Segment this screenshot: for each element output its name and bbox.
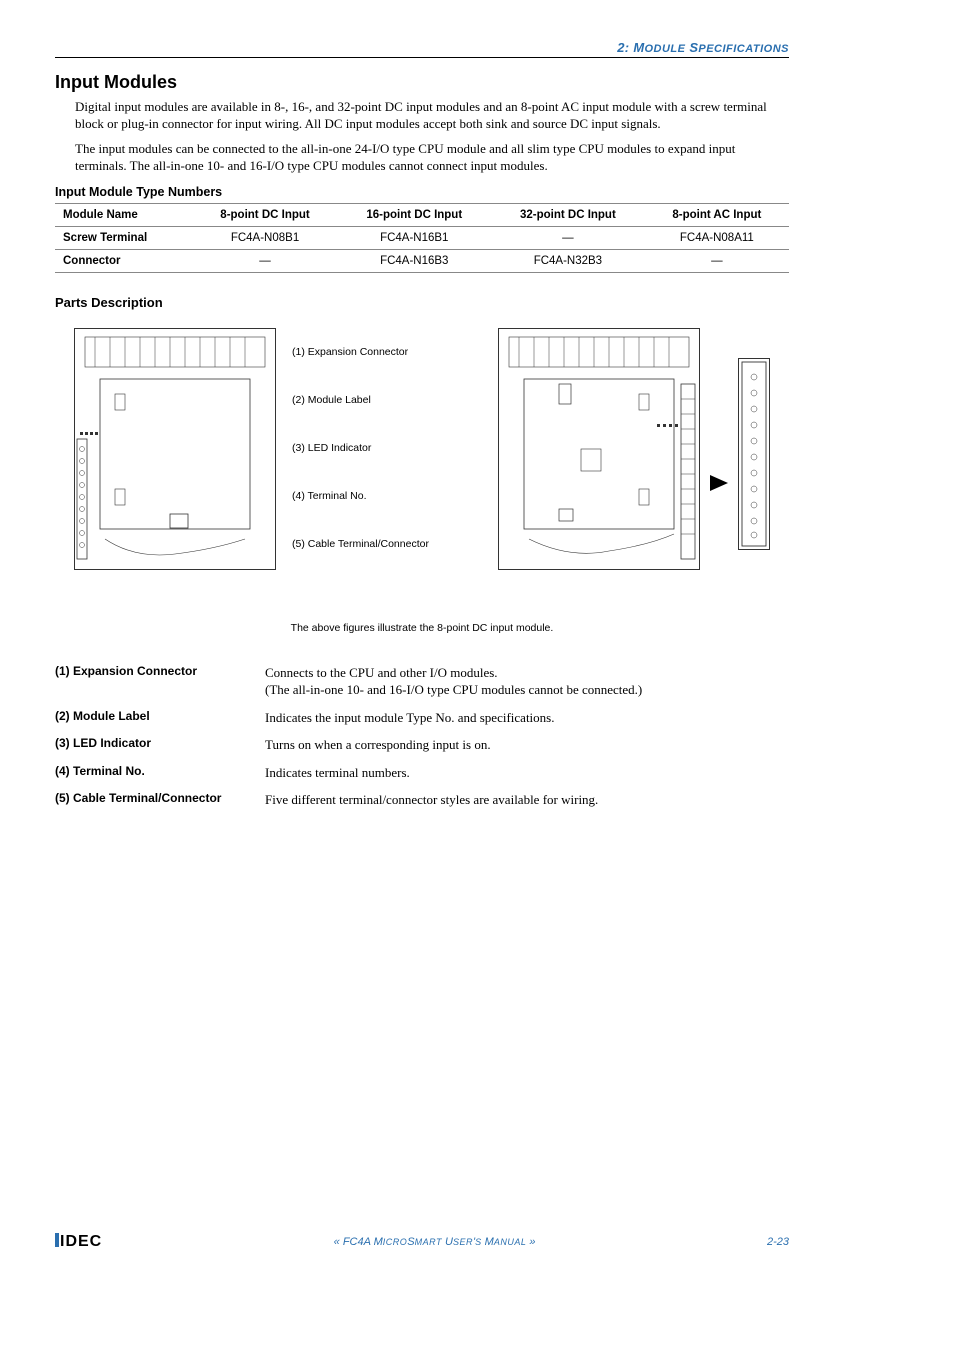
parts-heading: Parts Description — [55, 295, 789, 310]
figure-labels: (1) Expansion Connector (2) Module Label… — [286, 328, 488, 568]
module-illustration-right — [498, 328, 700, 570]
cell: FC4A-N08B1 — [193, 226, 338, 249]
type-numbers-table: Module Name 8-point DC Input 16-point DC… — [55, 203, 789, 273]
col-8dc: 8-point DC Input — [193, 203, 338, 226]
footer-text: « FC4A M — [334, 1236, 383, 1248]
table-header-row: Module Name 8-point DC Input 16-point DC… — [55, 203, 789, 226]
col-8ac: 8-point AC Input — [645, 203, 789, 226]
footer-text: S — [407, 1236, 414, 1248]
desc-text: Five different terminal/connector styles… — [265, 791, 598, 809]
desc-text: Turns on when a corresponding input is o… — [265, 736, 491, 754]
table-row: Screw Terminal FC4A-N08B1 FC4A-N16B1 — F… — [55, 226, 789, 249]
cell: — — [193, 249, 338, 272]
desc-label: (4) Terminal No. — [55, 764, 265, 782]
table-row: Connector — FC4A-N16B3 FC4A-N32B3 — — [55, 249, 789, 272]
logo-text: IDEC — [60, 1233, 102, 1250]
footer-center: « FC4A MICROSMART USER'S MANUAL » — [334, 1236, 536, 1248]
cell: FC4A-N08A11 — [645, 226, 789, 249]
connector-block-illustration — [738, 358, 770, 550]
fig-label-2: (2) Module Label — [292, 394, 482, 406]
footer-text: SER — [453, 1237, 473, 1247]
desc-line: Connects to the CPU and other I/O module… — [265, 665, 498, 680]
desc-row: (4) Terminal No. Indicates terminal numb… — [55, 764, 789, 782]
desc-text: Connects to the CPU and other I/O module… — [265, 664, 642, 699]
cell: — — [491, 226, 645, 249]
footer-text: M — [482, 1236, 494, 1248]
logo-bar-icon — [55, 1233, 59, 1247]
footer-text: » — [526, 1236, 535, 1248]
desc-label: (5) Cable Terminal/Connector — [55, 791, 265, 809]
desc-text: Indicates terminal numbers. — [265, 764, 410, 782]
cell: FC4A-N16B1 — [337, 226, 491, 249]
footer-text: MART — [415, 1237, 442, 1247]
section-title: Input Modules — [55, 72, 789, 93]
desc-row: (2) Module Label Indicates the input mod… — [55, 709, 789, 727]
footer-text: ANUAL — [494, 1237, 527, 1247]
figure-caption: The above figures illustrate the 8-point… — [55, 622, 789, 634]
col-module-name: Module Name — [55, 203, 193, 226]
parts-description-list: (1) Expansion Connector Connects to the … — [55, 664, 789, 809]
fig-label-4: (4) Terminal No. — [292, 490, 482, 502]
footer-text: ICRO — [383, 1237, 408, 1247]
fig-label-3: (3) LED Indicator — [292, 442, 482, 454]
intro-para-1: Digital input modules are available in 8… — [75, 99, 789, 133]
desc-row: (3) LED Indicator Turns on when a corres… — [55, 736, 789, 754]
idec-logo: IDEC — [55, 1233, 102, 1251]
cell: FC4A-N32B3 — [491, 249, 645, 272]
page-number: 2-23 — [767, 1236, 789, 1248]
chapter-header: 2: MODULE SPECIFICATIONS — [55, 40, 789, 58]
desc-text: Indicates the input module Type No. and … — [265, 709, 554, 727]
desc-row: (1) Expansion Connector Connects to the … — [55, 664, 789, 699]
fig-label-5: (5) Cable Terminal/Connector — [292, 538, 482, 550]
cell: FC4A-N16B3 — [337, 249, 491, 272]
table-heading: Input Module Type Numbers — [55, 185, 789, 199]
figure-area: (1) Expansion Connector (2) Module Label… — [55, 328, 789, 608]
module-illustration-left — [74, 328, 276, 570]
col-32dc: 32-point DC Input — [491, 203, 645, 226]
row-name: Screw Terminal — [55, 226, 193, 249]
arrow-icon — [710, 475, 728, 491]
fig-label-1: (1) Expansion Connector — [292, 346, 482, 358]
footer-text: U — [442, 1236, 453, 1248]
chapter-rest2: PECIFICATIONS — [698, 43, 789, 55]
desc-label: (3) LED Indicator — [55, 736, 265, 754]
row-name: Connector — [55, 249, 193, 272]
chapter-sep: S — [685, 40, 698, 55]
col-16dc: 16-point DC Input — [337, 203, 491, 226]
chapter-num: 2: M — [617, 40, 644, 55]
intro-para-2: The input modules can be connected to th… — [75, 141, 789, 175]
desc-row: (5) Cable Terminal/Connector Five differ… — [55, 791, 789, 809]
desc-label: (2) Module Label — [55, 709, 265, 727]
desc-label: (1) Expansion Connector — [55, 664, 265, 699]
desc-line: (The all-in-one 10- and 16-I/O type CPU … — [265, 682, 642, 697]
chapter-rest1: ODULE — [644, 43, 685, 55]
page-footer: IDEC « FC4A MICROSMART USER'S MANUAL » 2… — [55, 1233, 789, 1251]
cell: — — [645, 249, 789, 272]
